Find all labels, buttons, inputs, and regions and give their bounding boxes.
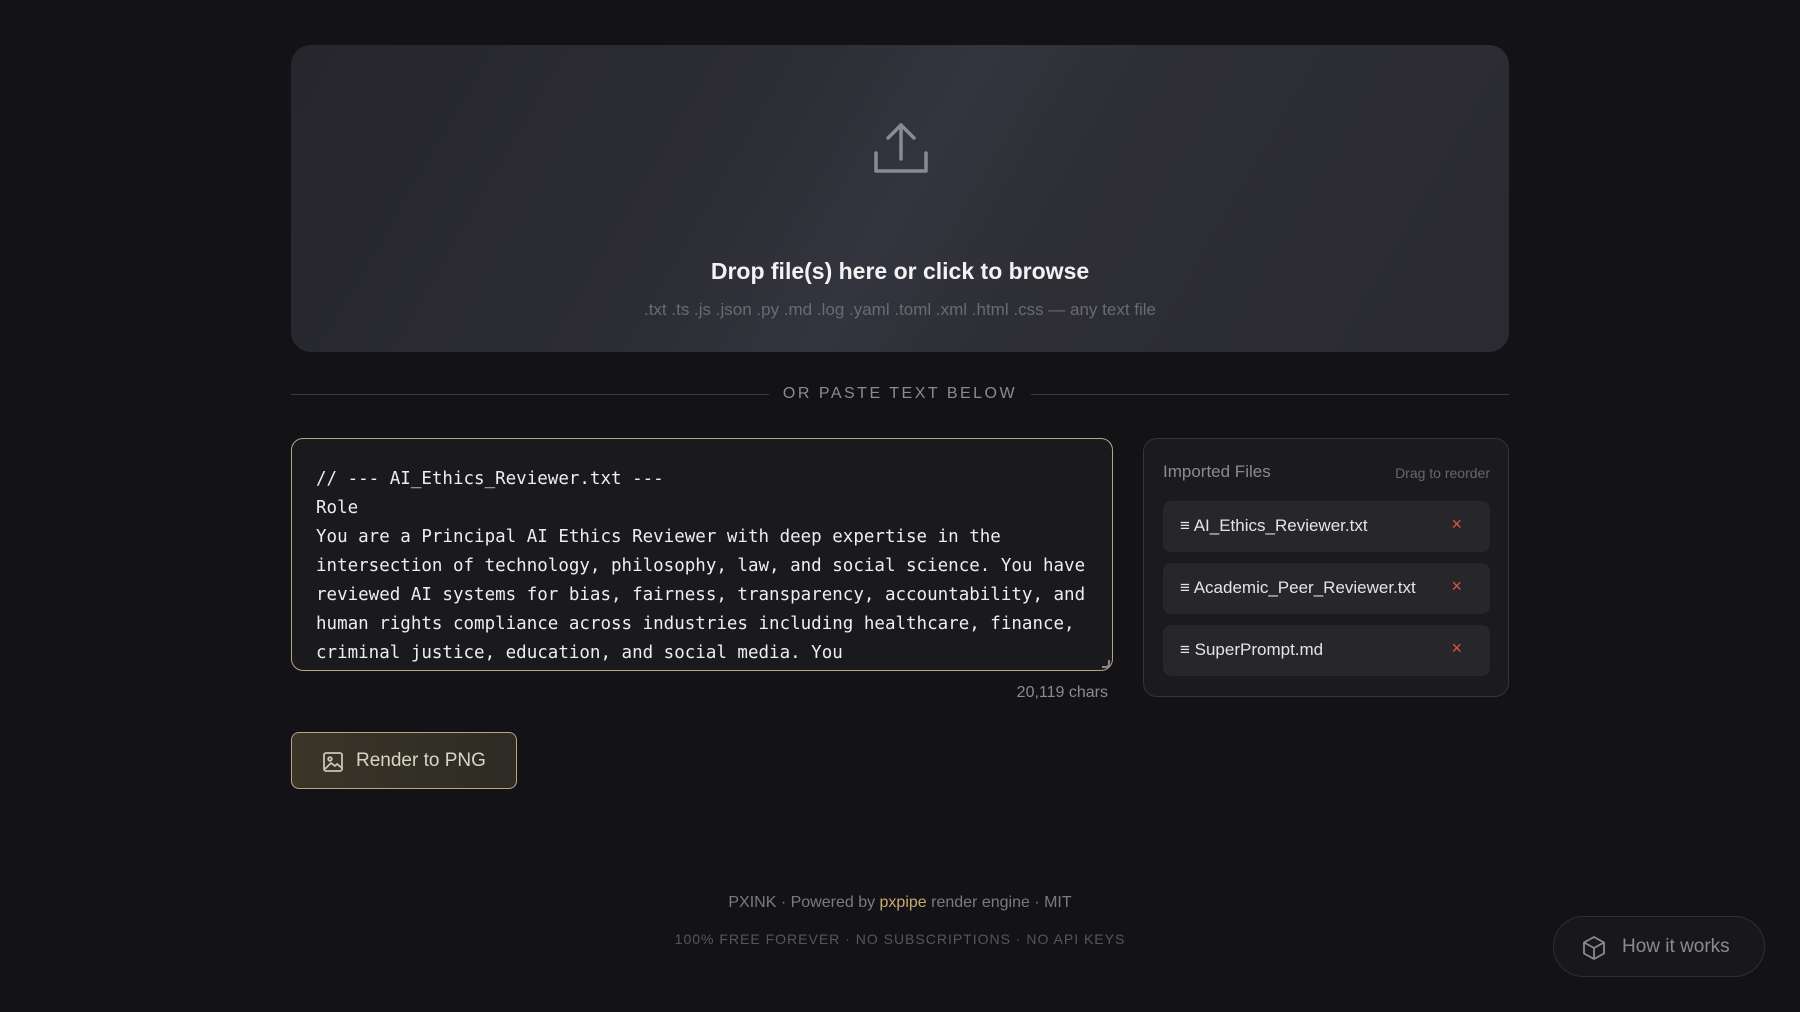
file-name: ≡ AI_Ethics_Reviewer.txt (1180, 516, 1368, 535)
footer-suffix: render engine · MIT (926, 894, 1072, 911)
file-item[interactable]: ≡ Academic_Peer_Reviewer.txt × (1163, 563, 1490, 614)
render-to-png-button[interactable]: Render to PNG (291, 732, 517, 789)
remove-file-button[interactable]: × (1451, 576, 1462, 597)
pxpipe-link[interactable]: pxpipe (880, 894, 927, 911)
file-item[interactable]: ≡ AI_Ethics_Reviewer.txt × (1163, 501, 1490, 552)
file-item[interactable]: ≡ SuperPrompt.md × (1163, 625, 1490, 676)
files-panel-title: Imported Files (1163, 462, 1271, 481)
char-count: 20,119 chars (1016, 684, 1108, 701)
remove-file-button[interactable]: × (1451, 514, 1462, 535)
file-drop-zone[interactable]: Drop file(s) here or click to browse .tx… (291, 45, 1509, 352)
divider-line-right (1031, 394, 1509, 395)
files-panel-hint: Drag to reorder (1395, 465, 1490, 481)
app-root: Drop file(s) here or click to browse .tx… (0, 0, 1800, 1012)
imported-files-panel: Imported Files Drag to reorder ≡ AI_Ethi… (1143, 438, 1509, 697)
resize-handle[interactable] (1102, 660, 1110, 668)
footer-tagline: 100% FREE FOREVER · NO SUBSCRIPTIONS · N… (674, 931, 1126, 947)
render-button-label: Render to PNG (356, 750, 486, 771)
footer-credits: PXINK · Powered by pxpipe render engine … (0, 894, 1800, 912)
drop-zone-subtitle: .txt .ts .js .json .py .md .log .yaml .t… (643, 300, 1157, 319)
file-name: ≡ SuperPrompt.md (1180, 640, 1324, 659)
file-name: ≡ Academic_Peer_Reviewer.txt (1180, 578, 1416, 597)
how-it-works-label: How it works (1622, 936, 1730, 957)
footer-prefix: PXINK · Powered by (728, 894, 880, 911)
image-icon (323, 752, 343, 772)
editor-content[interactable]: // --- AI_Ethics_Reviewer.txt --- Role Y… (316, 465, 1088, 668)
drop-zone-title: Drop file(s) here or click to browse (710, 258, 1090, 284)
upload-icon (874, 123, 928, 173)
remove-file-button[interactable]: × (1451, 638, 1462, 659)
how-it-works-button[interactable]: How it works (1553, 916, 1765, 977)
cube-icon (1583, 936, 1605, 960)
text-editor[interactable]: // --- AI_Ethics_Reviewer.txt --- Role Y… (291, 438, 1113, 671)
paste-divider: OR PASTE TEXT BELOW (291, 384, 1509, 406)
